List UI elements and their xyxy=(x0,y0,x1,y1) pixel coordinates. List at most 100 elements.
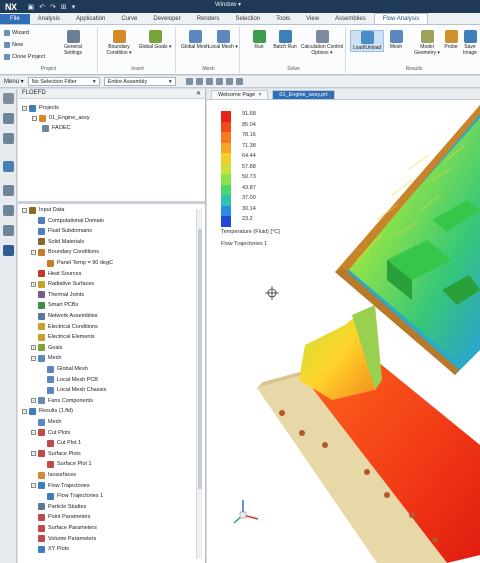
assembly-navigator-icon[interactable] xyxy=(3,113,14,124)
tree-item[interactable]: Thermal Joints xyxy=(31,290,84,300)
tree-item[interactable]: Point Parameters xyxy=(31,512,91,522)
tree-item[interactable]: Mesh xyxy=(31,417,61,427)
undo-icon[interactable]: ↶ xyxy=(39,3,45,11)
tree-item[interactable]: Local Mesh PCB xyxy=(40,375,98,385)
tab-curve[interactable]: Curve xyxy=(113,14,145,24)
expand-toggle-icon[interactable]: + xyxy=(31,281,36,287)
tab-view[interactable]: View xyxy=(298,14,327,24)
view-triad-icon[interactable] xyxy=(231,497,261,527)
close-icon[interactable]: ✕ xyxy=(196,90,201,97)
tree-item[interactable]: Volume Parameters xyxy=(31,534,96,544)
local-mesh-button[interactable]: Local Mesh ▾ xyxy=(206,30,240,50)
snap-face-icon[interactable] xyxy=(235,78,243,85)
tree-item[interactable]: − Flow Trajectories xyxy=(31,481,90,491)
layout-icon[interactable]: ⊞ xyxy=(61,3,67,11)
palette-icon[interactable] xyxy=(3,205,14,216)
model-geometry-button[interactable]: Model Geometry ▾ xyxy=(410,30,444,56)
tree-item[interactable]: XY Plots xyxy=(31,544,69,554)
project-item[interactable]: FAOEC xyxy=(42,123,71,133)
snap-center-icon[interactable] xyxy=(215,78,223,85)
tab-flow-analysis[interactable]: Flow Analysis xyxy=(373,13,429,24)
tab-tools[interactable]: Tools xyxy=(268,14,298,24)
tab-part-file[interactable]: 01_Engine_assy.prt xyxy=(272,90,335,99)
tab-analysis[interactable]: Analysis xyxy=(30,14,68,24)
tree-item[interactable]: Computational Domain xyxy=(31,216,104,226)
expand-toggle-icon[interactable]: − xyxy=(22,408,27,414)
global-goals-button[interactable]: Global Goals ▾ xyxy=(138,30,172,50)
tree-item[interactable]: Solid Materials xyxy=(31,237,84,247)
close-icon[interactable]: × xyxy=(258,92,261,98)
tree-item[interactable]: Surface Parameters xyxy=(31,523,97,533)
redo-icon[interactable]: ↷ xyxy=(50,3,56,11)
more-icon[interactable]: ▾ xyxy=(72,3,76,11)
tree-item[interactable]: − Results (1.fld) xyxy=(22,406,73,416)
history-icon[interactable] xyxy=(3,185,14,196)
graphics-window[interactable]: Welcome Page × 01_Engine_assy.prt 91.68 … xyxy=(207,89,480,563)
tree-item[interactable]: − Boundary Conditions xyxy=(31,247,99,257)
scrollbar-thumb[interactable] xyxy=(198,229,202,489)
tree-item[interactable]: − Cut Plots xyxy=(31,428,70,438)
settings-gear-icon[interactable] xyxy=(3,93,14,104)
tree-item[interactable]: Surface Plot 1 xyxy=(40,459,92,469)
snap-point-icon[interactable] xyxy=(185,78,193,85)
expand-toggle-icon[interactable]: − xyxy=(22,207,27,213)
tree-item[interactable]: − Surface Plots xyxy=(31,449,81,459)
tab-renders[interactable]: Renders xyxy=(189,14,228,24)
snap-grid-icon[interactable] xyxy=(225,78,233,85)
roles-icon[interactable] xyxy=(3,225,14,236)
floefd-navigator-icon[interactable] xyxy=(3,161,14,172)
expand-toggle-icon[interactable]: − xyxy=(31,483,36,489)
tree-item[interactable]: Particle Studies xyxy=(31,502,86,512)
save-image-button[interactable]: Save Image xyxy=(460,30,480,56)
tab-assemblies[interactable]: Assemblies xyxy=(327,14,374,24)
panel-splitter[interactable] xyxy=(18,201,205,204)
results-mesh-button[interactable]: Mesh xyxy=(384,30,408,50)
tree-item[interactable]: Local Mesh Chassis xyxy=(40,385,106,395)
tree-item[interactable]: + Goals xyxy=(31,343,62,353)
tree-item[interactable]: Network Assemblies xyxy=(31,311,98,321)
save-icon[interactable]: ▣ xyxy=(28,3,35,11)
calculation-control-options-button[interactable]: Calculation Control Options ▾ xyxy=(300,30,344,56)
expand-toggle-icon[interactable]: − xyxy=(31,451,36,457)
tree-item[interactable]: Cut Plot 1 xyxy=(40,438,81,448)
tree-item[interactable]: Global Mesh xyxy=(40,364,88,374)
tree-item[interactable]: Isosurfaces xyxy=(31,470,76,480)
projects-root[interactable]: − Projects xyxy=(22,103,59,113)
new-button[interactable]: New xyxy=(4,42,23,48)
selection-filter-dropdown[interactable]: No Selection Filter ▾ xyxy=(27,77,100,86)
tree-item[interactable]: Panel Temp = 90 degC xyxy=(40,258,113,268)
tree-item[interactable]: Electrical Conditions xyxy=(31,322,98,332)
expand-toggle-icon[interactable]: + xyxy=(31,398,36,404)
tree-item[interactable]: + Radiative Surfaces xyxy=(31,279,94,289)
boundary-condition-button[interactable]: Boundary Condition ▾ xyxy=(102,30,136,56)
tab-application[interactable]: Application xyxy=(68,14,113,24)
window-menu[interactable]: Window ▾ xyxy=(215,1,241,8)
flow-analysis-icon[interactable] xyxy=(3,245,14,256)
wizard-button[interactable]: Wizard xyxy=(4,30,29,36)
general-settings-button[interactable]: General Settings xyxy=(56,30,90,56)
clone-project-button[interactable]: Clone Project xyxy=(4,54,45,60)
snap-mid-icon[interactable] xyxy=(205,78,213,85)
tab-file[interactable]: File xyxy=(0,14,30,24)
tree-item[interactable]: Flow Trajectories 1 xyxy=(40,491,103,501)
vertical-scrollbar[interactable] xyxy=(196,209,202,559)
tree-item[interactable]: Electrical Elements xyxy=(31,332,95,342)
snap-end-icon[interactable] xyxy=(195,78,203,85)
tree-item[interactable]: − Input Data xyxy=(22,205,64,215)
selection-scope-dropdown[interactable]: Entire Assembly ▾ xyxy=(103,77,176,86)
part-navigator-icon[interactable] xyxy=(3,133,14,144)
tree-item[interactable]: Heat Sources xyxy=(31,269,81,279)
tab-welcome-page[interactable]: Welcome Page × xyxy=(211,90,269,99)
probe-button[interactable]: Probe xyxy=(440,30,462,50)
tab-selection[interactable]: Selection xyxy=(227,14,268,24)
expand-toggle-icon[interactable]: − xyxy=(31,249,36,255)
expand-toggle-icon[interactable]: − xyxy=(31,355,36,361)
menu-button[interactable]: Menu ▾ xyxy=(4,78,24,85)
expand-toggle-icon[interactable]: + xyxy=(31,345,36,351)
load-unload-button[interactable]: Load/Unload xyxy=(350,30,384,52)
tab-developer[interactable]: Developer xyxy=(145,14,188,24)
project-item[interactable]: −01_Engine_assy xyxy=(32,113,90,123)
expand-toggle-icon[interactable]: − xyxy=(31,430,36,436)
tree-item[interactable]: Fluid Subdomains xyxy=(31,226,92,236)
tree-item[interactable]: + Fans Components xyxy=(31,396,93,406)
